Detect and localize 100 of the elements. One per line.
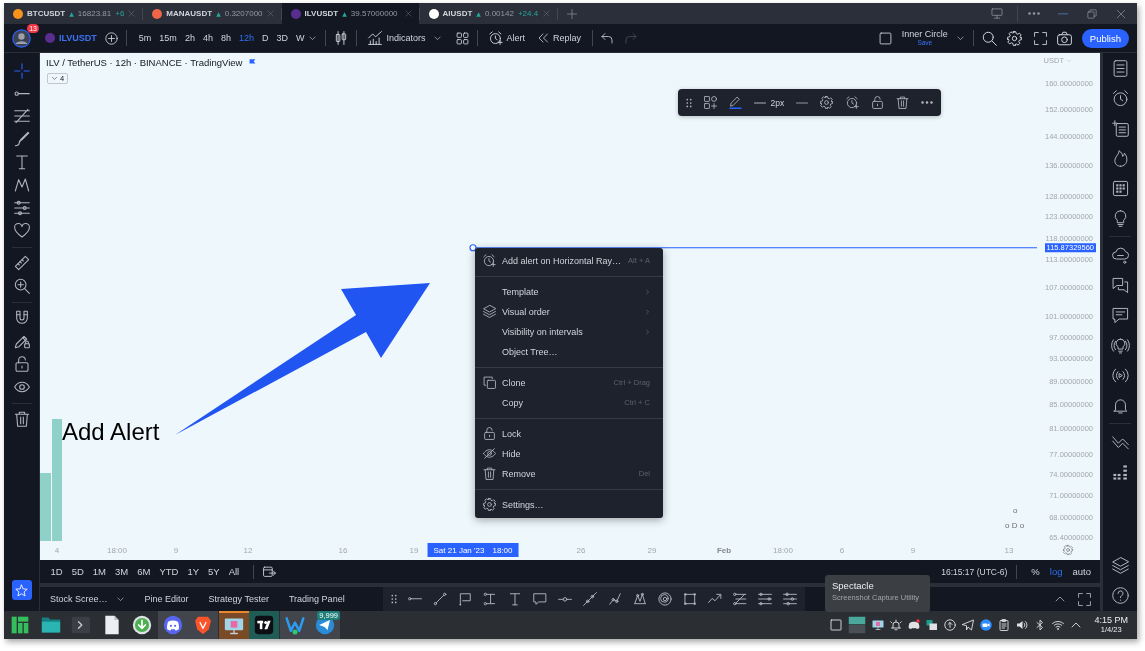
list-plus-icon[interactable] <box>1111 119 1129 137</box>
line-dot-icon[interactable] <box>13 90 30 97</box>
undo-icon[interactable] <box>601 32 614 44</box>
square-icon[interactable] <box>830 619 843 631</box>
chat-icon[interactable] <box>1111 306 1129 324</box>
help-icon[interactable] <box>1111 586 1129 604</box>
extended-line-icon[interactable] <box>582 592 597 606</box>
indicators-button[interactable]: Indicators <box>365 28 429 48</box>
pencil-icon[interactable] <box>729 96 743 109</box>
range-button[interactable]: 1D <box>46 566 68 577</box>
lock-icon[interactable] <box>870 96 884 109</box>
range-button[interactable]: 1M <box>88 566 111 577</box>
more-icon[interactable] <box>1028 12 1040 15</box>
menu-item[interactable]: Settings… <box>475 494 663 515</box>
trash-icon[interactable] <box>895 96 909 109</box>
settings-icon[interactable] <box>820 96 834 109</box>
heart-icon[interactable] <box>13 223 30 240</box>
video-camera-icon[interactable] <box>980 619 993 631</box>
shapes-icon[interactable] <box>704 96 718 109</box>
callout-icon[interactable] <box>457 592 472 606</box>
publish-button[interactable]: Publish <box>1081 28 1129 48</box>
menu-item[interactable]: Visual order <box>475 301 663 322</box>
interval-button[interactable]: 12h <box>234 28 258 48</box>
alarm-clock-icon[interactable] <box>1111 89 1129 107</box>
panel-tab[interactable]: Strategy Tester <box>198 587 279 611</box>
horizontal-ray-icon[interactable] <box>557 596 572 602</box>
line-style-icon[interactable] <box>796 101 809 104</box>
trend-line-icon[interactable] <box>432 592 447 606</box>
range-button[interactable]: 5Y <box>203 566 225 577</box>
alarm-plus-icon[interactable] <box>845 96 859 109</box>
avatar-icon[interactable] <box>12 28 31 48</box>
trend-arrow-icon[interactable] <box>707 592 722 606</box>
line-width-button[interactable]: 2px <box>754 97 785 108</box>
interval-button[interactable]: 3D <box>272 28 292 48</box>
flag-icon[interactable] <box>248 59 258 66</box>
horizontal-ray[interactable] <box>469 244 1038 252</box>
range-button[interactable]: 3M <box>110 566 133 577</box>
alert-button[interactable]: Alert <box>485 28 528 48</box>
fullscreen-icon[interactable] <box>1033 31 1047 45</box>
zigzag-lines-icon[interactable] <box>1111 433 1129 451</box>
taskbar-app[interactable] <box>188 611 218 639</box>
symbol-button[interactable]: ILVUSDT <box>45 28 97 48</box>
drag-handle-icon[interactable] <box>390 594 397 604</box>
windows-icon[interactable] <box>926 619 939 631</box>
caret-icon[interactable] <box>955 33 965 43</box>
pattern-icon[interactable] <box>632 592 647 606</box>
broadcast-icon[interactable] <box>1111 366 1129 384</box>
scale-button[interactable]: log <box>1044 566 1068 577</box>
drag-handle-icon[interactable] <box>686 97 692 108</box>
menu-item[interactable]: Template <box>475 281 663 302</box>
wifi-icon[interactable] <box>1052 619 1065 631</box>
rectangle-icon[interactable] <box>682 592 697 606</box>
controller-icon[interactable] <box>908 619 921 631</box>
panel-tab[interactable]: Stock Scree… <box>40 587 135 611</box>
taskbar-app[interactable] <box>218 611 249 639</box>
panel-tab[interactable]: Pine Editor <box>134 587 199 611</box>
pencil-lock-icon[interactable] <box>13 333 30 350</box>
text-icon[interactable] <box>507 592 522 606</box>
monitor-icon[interactable] <box>990 8 1004 19</box>
candles-icon[interactable] <box>334 31 349 45</box>
list-icon[interactable] <box>1111 59 1129 77</box>
levels-icon[interactable] <box>13 108 30 125</box>
anchored-text-icon[interactable] <box>482 592 497 606</box>
cloud-icon[interactable] <box>1111 246 1129 264</box>
brush-icon[interactable] <box>13 131 30 148</box>
taskbar-app[interactable] <box>157 611 188 639</box>
interval-button[interactable]: W <box>291 28 309 48</box>
sliders-icon[interactable] <box>13 200 30 217</box>
lightbulb-waves-icon[interactable] <box>1111 336 1129 354</box>
interval-button[interactable]: 2h <box>180 28 199 48</box>
taskbar-app[interactable] <box>249 611 279 639</box>
camera-icon[interactable] <box>1056 30 1072 46</box>
caret-icon[interactable] <box>308 33 318 43</box>
plus-icon[interactable] <box>566 8 577 19</box>
replay-button[interactable]: Replay <box>534 28 585 48</box>
panel-tab[interactable]: Trading Panel <box>278 587 355 611</box>
interval-button[interactable]: 15m <box>155 28 181 48</box>
menu-item[interactable]: Visibility on intervals <box>475 321 663 342</box>
levels-icon[interactable] <box>732 592 747 606</box>
interval-button[interactable]: 5m <box>134 28 156 48</box>
paper-plane-icon[interactable] <box>962 619 975 631</box>
window-thumbnail-icon[interactable] <box>848 616 867 634</box>
gear-icon[interactable] <box>1063 545 1073 555</box>
add-symbol-icon[interactable] <box>104 31 118 45</box>
range-button[interactable]: 6M <box>132 566 155 577</box>
layout-name[interactable]: Inner Circle <box>901 29 948 39</box>
menu-item[interactable]: Hide <box>475 443 663 464</box>
menu-item[interactable]: Lock <box>475 423 663 444</box>
dotted-lines-icon[interactable] <box>757 592 772 606</box>
favorites-button[interactable] <box>11 580 32 600</box>
restore-icon[interactable] <box>1087 8 1097 19</box>
range-button[interactable]: All <box>224 566 244 577</box>
path-icon[interactable] <box>607 592 622 606</box>
zigzag-icon[interactable] <box>13 177 30 194</box>
scale-button[interactable]: % <box>1026 566 1045 577</box>
speaker-icon[interactable] <box>1016 619 1029 631</box>
zoom-in-icon[interactable] <box>13 278 30 295</box>
flame-icon[interactable] <box>1111 149 1129 167</box>
clipboard-icon[interactable] <box>998 619 1011 631</box>
close-icon[interactable] <box>1116 8 1126 19</box>
